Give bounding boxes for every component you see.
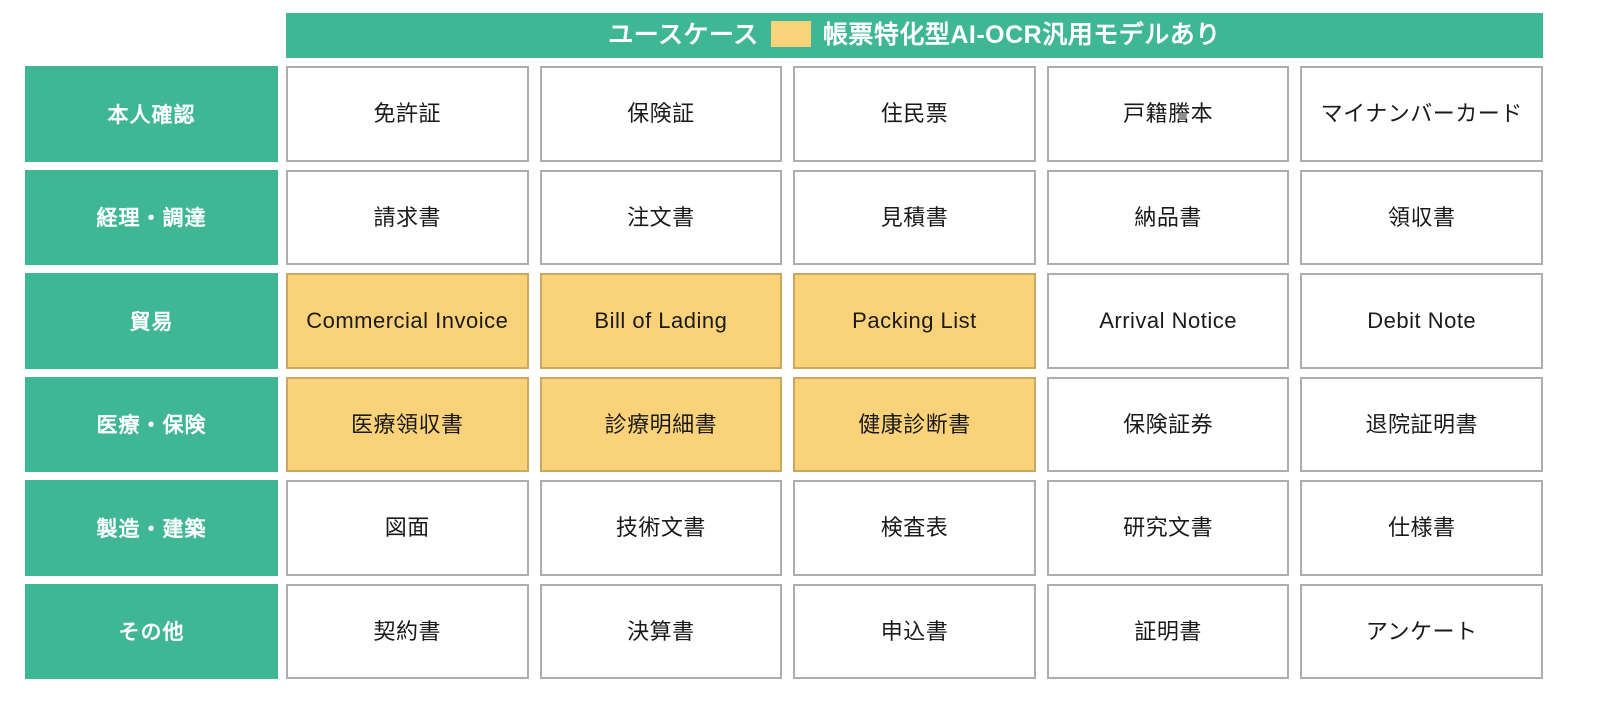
matrix-grid: ユースケース 帳票特化型AI-OCR汎用モデルあり 本人確認 免許証 保険証 住民票 戸…: [25, 13, 1543, 687]
matrix-cell: 健康診断書: [793, 376, 1036, 472]
row-cells-4: 医療領収書 診療明細書 健康診断書 保険証券 退院証明書: [286, 376, 1543, 472]
matrix-cell: 図面: [286, 480, 529, 576]
row-label-1: 本人確認: [25, 66, 278, 162]
row-label-2: 経理・調達: [25, 169, 278, 265]
matrix-cell-label: 健康診断書: [858, 411, 971, 437]
matrix-cell-label: Packing List: [852, 308, 977, 333]
matrix-cell-label: 医療領収書: [351, 411, 464, 437]
matrix-cell: Packing List: [793, 273, 1036, 369]
matrix-cell: 診療明細書: [539, 376, 783, 472]
matrix-cell: Commercial Invoice: [286, 273, 529, 369]
matrix-cell-label: 契約書: [373, 618, 442, 644]
matrix-cell: 医療領収書: [286, 376, 529, 472]
matrix-cell: 保険証券: [1046, 376, 1290, 472]
matrix-cell: 技術文書: [539, 480, 783, 576]
matrix-cell-label: 免許証: [373, 101, 442, 126]
matrix-cell-label: 診療明細書: [604, 411, 718, 437]
matrix-cell: 免許証: [286, 66, 529, 162]
row-cells-3: Commercial Invoice Bill of Lading Packing …: [286, 273, 1543, 369]
matrix-cell: 納品書: [1046, 169, 1290, 265]
matrix-cell: 請求書: [286, 169, 529, 265]
matrix-cell-label: Commercial Invoice: [306, 308, 509, 333]
matrix-cell: Bill of Lading: [539, 273, 783, 369]
matrix-cell: 領収書: [1300, 169, 1543, 265]
matrix-header-banner: ユースケース 帳票特化型AI-OCR汎用モデルあり: [286, 13, 1543, 58]
matrix-cell-label: 仕様書: [1387, 515, 1456, 540]
header-legend-label: 帳票特化型AI-OCR汎用モデルあり: [822, 21, 1221, 49]
matrix-cell: 注文書: [539, 169, 783, 265]
matrix-cell-label: Arrival Notice: [1099, 308, 1237, 333]
matrix-cell: 研究文書: [1046, 480, 1290, 576]
matrix-cell-label: 決算書: [627, 618, 695, 644]
row-cells-2: 請求書 注文書 見積書 納品書 領収書: [286, 169, 1543, 265]
matrix-cell-label: 証明書: [1134, 618, 1202, 644]
row-label-5: 製造・建築: [25, 480, 278, 576]
use-case-matrix: ユースケース 帳票特化型AI-OCR汎用モデルあり 本人確認 免許証 保険証 住民票 戸…: [0, 0, 1612, 722]
matrix-cell-label: 請求書: [373, 204, 442, 230]
matrix-cell-label: アンケート: [1365, 618, 1478, 644]
matrix-cell-label: マイナンバーカード: [1320, 101, 1523, 126]
matrix-cell: 証明書: [1046, 583, 1290, 679]
row-label-3: 貿易: [25, 273, 278, 369]
matrix-cell-label: Bill of Lading: [594, 308, 728, 333]
matrix-cell-label: 戸籍謄本: [1123, 101, 1214, 126]
matrix-cell: 検査表: [793, 480, 1036, 576]
matrix-cell: 戸籍謄本: [1046, 66, 1290, 162]
matrix-cell-label: 領収書: [1387, 204, 1456, 230]
matrix-cell: 住民票: [793, 66, 1036, 162]
matrix-cell-label: 見積書: [880, 204, 949, 230]
matrix-cell: 保険証: [539, 66, 783, 162]
matrix-cell: 決算書: [539, 583, 783, 679]
row-cells-5: 図面 技術文書 検査表 研究文書 仕様書: [286, 480, 1543, 576]
matrix-cell-label: 注文書: [627, 204, 695, 230]
matrix-cell-label: 納品書: [1134, 204, 1202, 230]
legend-swatch-icon: [770, 20, 811, 47]
matrix-cell-label: 申込書: [880, 618, 949, 644]
row-label-4: 医療・保険: [25, 376, 278, 472]
matrix-cell-label: 退院証明書: [1365, 411, 1478, 437]
matrix-cell: 仕様書: [1300, 480, 1543, 576]
matrix-cell: 申込書: [793, 583, 1036, 679]
matrix-cell-label: Debit Note: [1367, 308, 1477, 333]
row-label-6: その他: [25, 583, 278, 679]
matrix-cell: マイナンバーカード: [1300, 66, 1543, 162]
matrix-cell-label: 保険証: [627, 101, 695, 126]
matrix-cell: Debit Note: [1300, 273, 1543, 369]
matrix-cell: 退院証明書: [1300, 376, 1543, 472]
matrix-cell-label: 図面: [384, 515, 430, 540]
header-title: ユースケース: [608, 21, 759, 49]
matrix-cell-label: 保険証券: [1123, 411, 1214, 437]
row-cells-1: 免許証 保険証 住民票 戸籍謄本 マイナンバーカード: [286, 66, 1543, 162]
header-corner-spacer: [25, 13, 278, 66]
matrix-cell-label: 研究文書: [1123, 515, 1214, 540]
row-cells-6: 契約書 決算書 申込書 証明書 アンケート: [286, 583, 1543, 679]
matrix-cell-label: 住民票: [880, 101, 949, 126]
matrix-cell: 契約書: [286, 583, 529, 679]
matrix-cell: 見積書: [793, 169, 1036, 265]
matrix-cell: アンケート: [1300, 583, 1543, 679]
matrix-cell: Arrival Notice: [1046, 273, 1290, 369]
matrix-cell-label: 検査表: [880, 515, 949, 540]
matrix-cell-label: 技術文書: [615, 515, 706, 540]
